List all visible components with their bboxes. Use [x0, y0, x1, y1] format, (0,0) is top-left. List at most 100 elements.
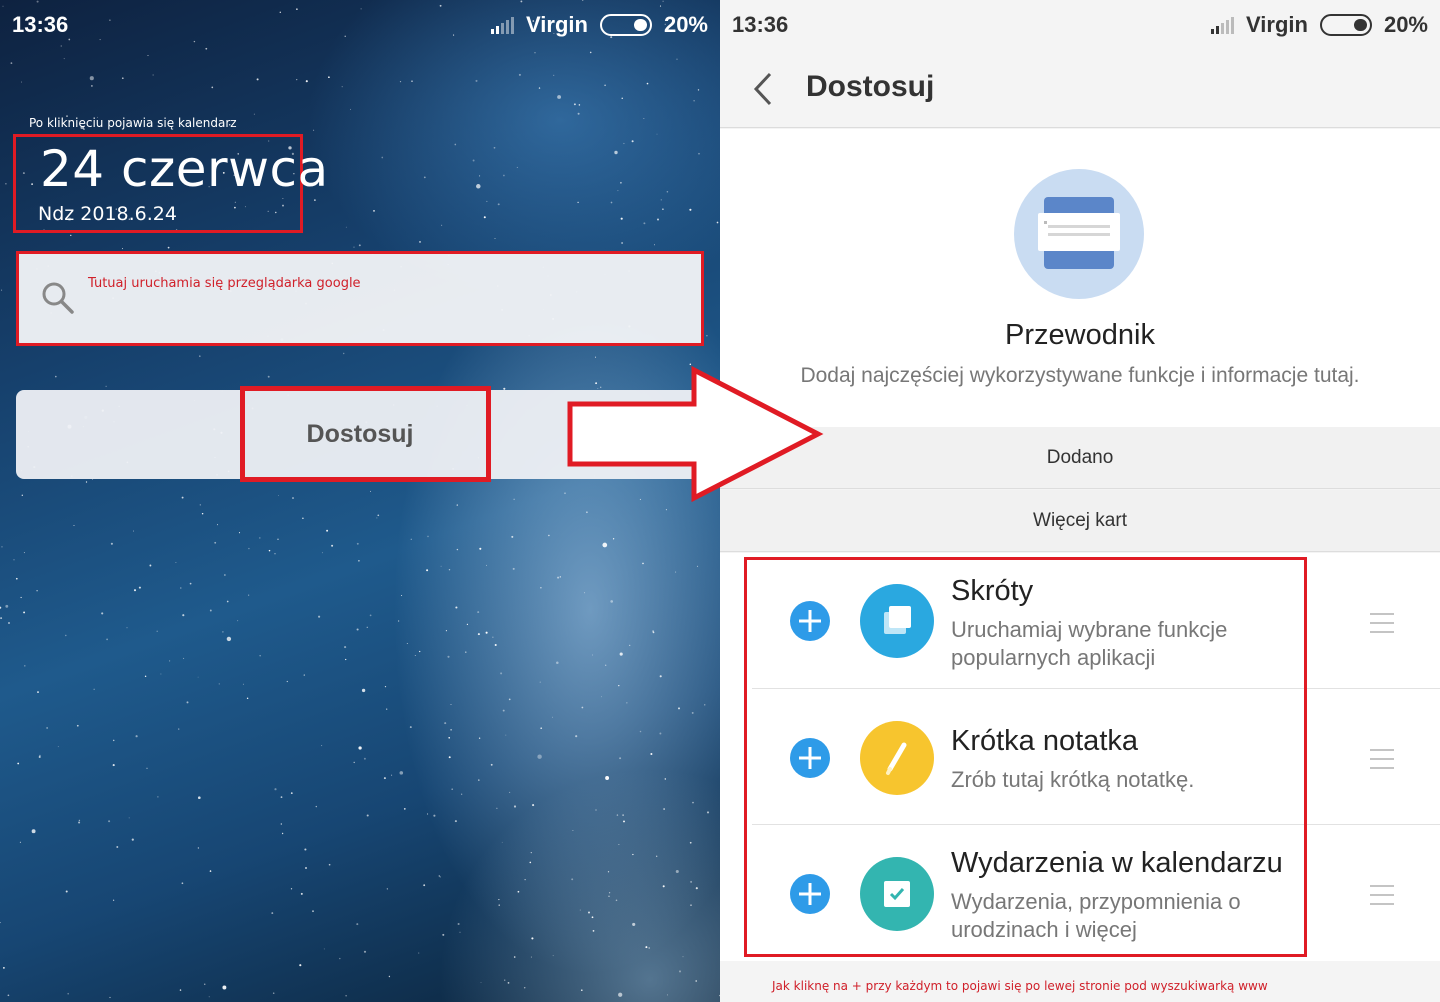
star — [55, 375, 57, 378]
star — [409, 726, 412, 729]
star — [454, 143, 457, 146]
star — [356, 923, 359, 926]
star — [214, 541, 217, 544]
star — [632, 853, 634, 856]
star — [427, 535, 429, 538]
star — [391, 774, 393, 776]
star — [366, 626, 368, 628]
star — [5, 604, 9, 608]
star — [423, 176, 426, 179]
star — [439, 876, 441, 878]
star — [147, 55, 149, 57]
star — [662, 208, 664, 211]
star — [426, 569, 429, 572]
star — [312, 910, 314, 913]
drag-handle-icon[interactable] — [1370, 613, 1394, 633]
signal-icon — [491, 16, 514, 34]
star — [363, 757, 366, 760]
star — [20, 596, 22, 599]
star — [457, 922, 460, 926]
star — [591, 916, 594, 919]
date-widget-small[interactable]: Ndz 2018.6.24 — [38, 203, 177, 225]
star — [344, 646, 347, 649]
star — [466, 623, 469, 626]
date-widget-big[interactable]: 24 czerwca — [40, 140, 329, 198]
star — [538, 87, 541, 89]
page-title: Dostosuj — [806, 70, 935, 103]
star — [178, 728, 180, 730]
star — [623, 142, 625, 145]
star — [456, 548, 459, 551]
star — [345, 658, 347, 661]
status-bar: 13:36 Virgin 20% — [720, 0, 1440, 50]
star — [438, 875, 441, 877]
cards-highlight-box — [744, 557, 1307, 957]
star — [373, 210, 375, 212]
star — [531, 937, 534, 940]
signal-icon — [1211, 16, 1234, 34]
back-arrow-icon[interactable] — [750, 70, 778, 108]
star — [31, 829, 36, 834]
star — [108, 820, 111, 823]
star — [500, 672, 503, 675]
star — [149, 564, 152, 567]
star — [623, 820, 625, 823]
star — [450, 703, 452, 705]
star — [440, 565, 442, 567]
star — [126, 627, 128, 629]
star — [643, 118, 645, 119]
star — [477, 611, 480, 614]
star — [615, 899, 618, 902]
star — [445, 630, 447, 632]
star — [479, 547, 482, 550]
star — [356, 628, 359, 631]
star — [342, 352, 345, 355]
star — [8, 622, 10, 624]
star — [618, 684, 620, 687]
star — [132, 530, 134, 532]
calendar-annotation: Po kliknięciu pojawia się kalendarz — [29, 116, 237, 130]
star — [604, 84, 606, 87]
drag-handle-icon[interactable] — [1370, 885, 1394, 905]
star — [290, 792, 293, 794]
star — [204, 983, 206, 985]
star — [181, 496, 184, 499]
star — [157, 796, 159, 798]
star — [128, 817, 130, 819]
star — [175, 562, 177, 563]
star — [377, 514, 380, 517]
star — [516, 166, 518, 168]
star — [0, 617, 3, 620]
star — [553, 74, 555, 76]
star — [503, 174, 505, 177]
section-more-cards[interactable]: Więcej kart — [720, 490, 1440, 552]
star — [131, 838, 134, 841]
star — [328, 76, 330, 79]
star — [144, 675, 147, 678]
star — [664, 778, 667, 780]
star — [675, 869, 679, 874]
star — [695, 887, 698, 890]
star — [20, 81, 22, 83]
star — [314, 199, 316, 201]
star — [353, 246, 355, 248]
star — [530, 956, 532, 958]
star — [501, 841, 503, 843]
star — [57, 746, 59, 748]
star — [70, 234, 72, 236]
star — [656, 855, 658, 857]
star — [383, 777, 386, 780]
star — [480, 982, 482, 983]
star — [493, 146, 496, 149]
drag-handle-icon[interactable] — [1370, 749, 1394, 769]
star — [299, 964, 302, 967]
star — [67, 992, 69, 995]
star — [248, 594, 250, 596]
section-added[interactable]: Dodano — [720, 427, 1440, 489]
star — [112, 899, 115, 901]
star — [3, 967, 5, 969]
star — [653, 244, 655, 246]
star — [631, 140, 634, 143]
star — [110, 542, 113, 545]
star — [369, 490, 372, 492]
